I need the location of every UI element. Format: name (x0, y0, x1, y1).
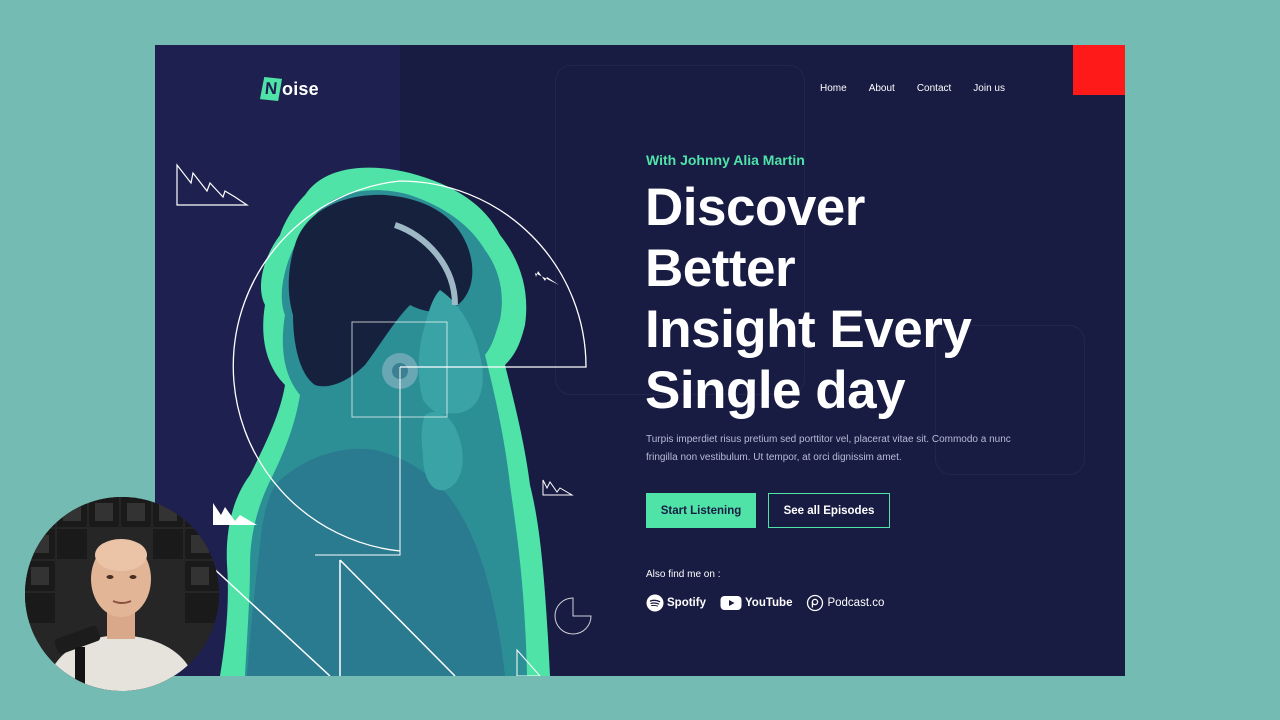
hero-description: Turpis imperdiet risus pretium sed portt… (646, 434, 1011, 463)
logo-text: oise (282, 78, 319, 99)
landing-page: N oise Home About Contact Join us With J… (155, 45, 1125, 676)
hero-headline: Discover Better Insight Every Single day (645, 177, 1085, 421)
hero-illustration (176, 163, 592, 676)
nav-join-us[interactable]: Join us (973, 83, 1005, 94)
nav-home[interactable]: Home (820, 83, 847, 94)
start-listening-button[interactable]: Start Listening (646, 493, 756, 528)
main-nav: Home About Contact Join us (820, 83, 1027, 94)
podcast-label: Podcast.co (827, 597, 885, 609)
presenter-video (25, 497, 219, 691)
spotify-label: Spotify (667, 597, 706, 609)
zigzag-small (535, 271, 559, 285)
spotify-icon (646, 594, 664, 612)
webcam-overlay (25, 497, 219, 691)
headline-line: Single day (645, 361, 906, 420)
zigzag-shape (176, 163, 249, 206)
headline-line: Discover (645, 178, 865, 237)
find-me-label: Also find me on : (646, 569, 721, 580)
see-all-episodes-button[interactable]: See all Episodes (768, 493, 890, 528)
podcast-link[interactable]: Podcast.co (806, 594, 884, 612)
red-marker (1073, 45, 1125, 95)
logo[interactable]: N oise (261, 77, 319, 101)
pie-outline (554, 597, 592, 635)
headline-line: Insight Every (645, 300, 972, 359)
headline-line: Better (645, 239, 796, 298)
nav-contact[interactable]: Contact (917, 83, 951, 94)
zigzag-outline-small (542, 479, 574, 496)
podcast-icon (806, 594, 824, 612)
spotify-link[interactable]: Spotify (646, 594, 706, 612)
youtube-icon (720, 595, 742, 611)
youtube-link[interactable]: YouTube (720, 595, 792, 611)
nav-about[interactable]: About (869, 83, 895, 94)
platform-links: Spotify YouTube Podcast.co (646, 594, 898, 612)
youtube-label: YouTube (744, 597, 793, 609)
logo-mark: N (260, 77, 283, 101)
hero-eyebrow: With Johnny Alia Martin (646, 152, 805, 168)
